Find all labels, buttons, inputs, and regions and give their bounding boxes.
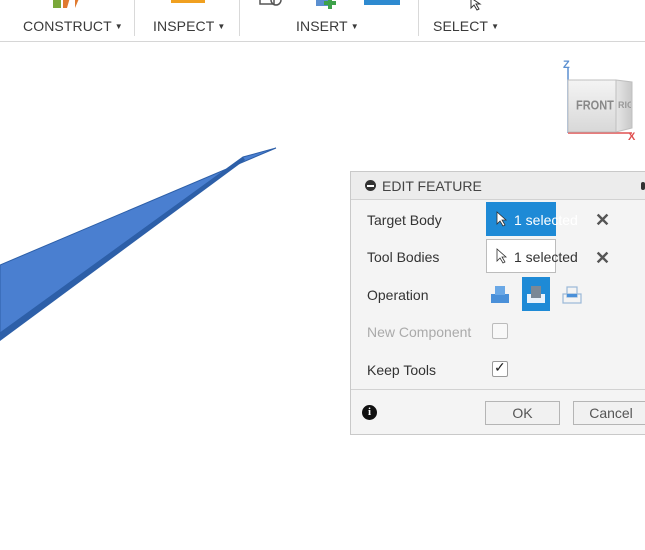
target-body-value: 1 selected <box>514 212 578 228</box>
view-cube-front-label[interactable]: FRONT <box>576 99 614 113</box>
new-component-checkbox[interactable] <box>492 323 508 339</box>
info-icon[interactable]: i <box>362 405 377 420</box>
view-cube[interactable]: Z X FRONT RIGHT <box>556 58 645 148</box>
axis-z-label: Z <box>563 59 570 71</box>
chevron-down-icon: ▼ <box>350 22 359 31</box>
insert-icons <box>259 0 400 9</box>
cut-icon[interactable] <box>522 277 550 311</box>
keep-tools-label: Keep Tools <box>367 362 437 378</box>
edit-feature-panel: EDIT FEATURE Target Body 1 selected ✕ To… <box>350 171 645 435</box>
chevron-down-icon: ▼ <box>217 22 226 31</box>
select-cursor-icon <box>470 0 482 11</box>
checkmark-icon: ✓ <box>494 359 506 375</box>
target-body-selector[interactable]: 1 selected <box>486 202 578 236</box>
tool-bodies-selector[interactable]: 1 selected <box>486 239 578 273</box>
chevron-down-icon: ▼ <box>491 22 500 31</box>
insert-group[interactable]: INSERT ▼ <box>240 0 418 42</box>
ok-button[interactable]: OK <box>485 401 560 425</box>
clear-tool-bodies-icon[interactable]: ✕ <box>595 249 610 267</box>
select-group[interactable]: SELECT ▼ <box>419 0 539 42</box>
toolbar: CONSTRUCT ▼ INSPECT ▼ INSERT ▼ SELECT ▼ <box>0 0 645 42</box>
view-cube-right-label[interactable]: RIGHT <box>618 100 631 110</box>
inspect-group[interactable]: INSPECT ▼ <box>135 0 239 42</box>
panel-title: EDIT FEATURE <box>382 178 482 194</box>
chevron-down-icon: ▼ <box>114 22 123 31</box>
select-menu[interactable]: SELECT ▼ <box>433 18 499 34</box>
tool-bodies-value: 1 selected <box>514 249 578 265</box>
keep-tools-checkbox[interactable]: ✓ <box>492 359 508 377</box>
construct-group[interactable]: CONSTRUCT ▼ <box>0 0 134 42</box>
new-component-label: New Component <box>367 324 472 340</box>
tool-bodies-label: Tool Bodies <box>367 249 440 265</box>
panel-options-icon[interactable] <box>641 182 645 190</box>
join-icon[interactable] <box>486 277 514 311</box>
select-cursor-icon <box>496 211 508 227</box>
inspect-menu[interactable]: INSPECT ▼ <box>153 18 225 34</box>
clear-target-body-icon[interactable]: ✕ <box>595 211 610 229</box>
panel-header[interactable]: EDIT FEATURE <box>351 172 645 200</box>
collapse-icon[interactable] <box>365 180 376 191</box>
axis-x-label: X <box>628 131 636 143</box>
insert-menu[interactable]: INSERT ▼ <box>296 18 359 34</box>
intersect-icon[interactable] <box>558 277 586 311</box>
construct-menu[interactable]: CONSTRUCT ▼ <box>23 18 123 34</box>
target-body-label: Target Body <box>367 212 442 228</box>
select-cursor-icon <box>496 248 508 264</box>
inspect-icon <box>171 0 205 3</box>
construct-icon <box>53 0 79 8</box>
cancel-button[interactable]: Cancel <box>573 401 645 425</box>
operation-label: Operation <box>367 287 429 303</box>
panel-divider <box>351 389 645 390</box>
